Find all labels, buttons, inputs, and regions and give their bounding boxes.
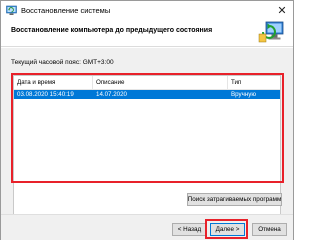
system-restore-window: Восстановление системы ✕ Восстановление … bbox=[0, 0, 294, 240]
cancel-button[interactable]: Отмена bbox=[252, 223, 287, 236]
column-datetime[interactable]: Дата и время bbox=[17, 79, 55, 86]
column-type[interactable]: Тип bbox=[231, 79, 241, 86]
row-type: Вручную bbox=[231, 91, 256, 98]
computer-restore-icon bbox=[257, 20, 287, 47]
timezone-label: Текущий часовой пояс: GMT+3:00 bbox=[11, 59, 114, 66]
back-button[interactable]: < Назад bbox=[172, 223, 207, 236]
list-header: Дата и время Описание Тип bbox=[14, 76, 280, 90]
wizard-content: Текущий часовой пояс: GMT+3:00 Дата и вр… bbox=[1, 48, 293, 231]
wizard-footer bbox=[1, 214, 293, 240]
restore-points-list[interactable]: Дата и время Описание Тип 03.08.2020 15:… bbox=[13, 75, 281, 231]
page-title: Восстановление компьютера до предыдущего… bbox=[11, 27, 213, 34]
system-restore-icon bbox=[6, 5, 17, 16]
list-item[interactable]: 03.08.2020 15:40:19 14.07.2020 Вручную bbox=[14, 90, 280, 99]
window-title: Восстановление системы bbox=[21, 6, 111, 15]
column-divider bbox=[227, 76, 228, 89]
next-button[interactable]: Далее > bbox=[210, 223, 245, 236]
row-datetime: 03.08.2020 15:40:19 bbox=[17, 91, 74, 98]
title-bar: Восстановление системы ✕ bbox=[1, 1, 293, 20]
column-divider bbox=[92, 76, 93, 89]
close-button[interactable]: ✕ bbox=[271, 1, 293, 20]
wizard-header: Восстановление компьютера до предыдущего… bbox=[1, 20, 293, 47]
row-description: 14.07.2020 bbox=[96, 91, 127, 98]
column-description[interactable]: Описание bbox=[96, 79, 124, 86]
find-affected-programs-button[interactable]: Поиск затрагиваемых программ bbox=[187, 193, 282, 206]
